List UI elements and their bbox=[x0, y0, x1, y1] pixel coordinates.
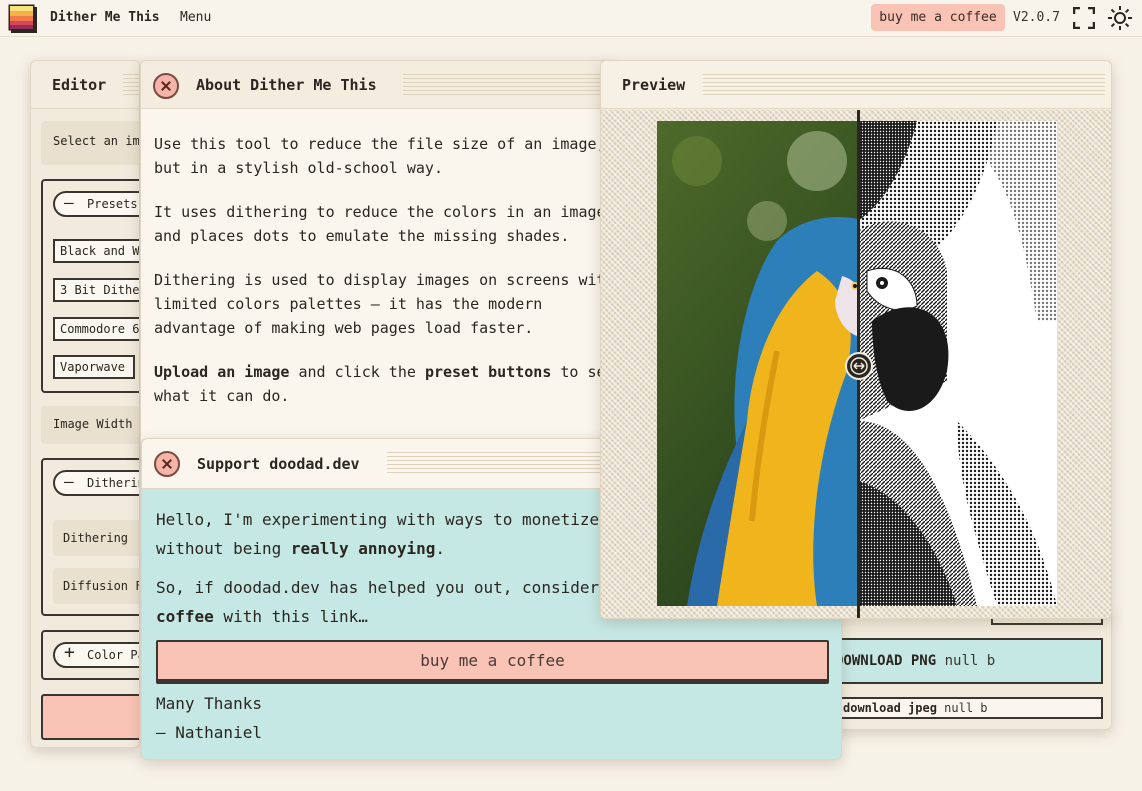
support-line: with this link… bbox=[213, 607, 368, 626]
download-jpeg-button[interactable]: download jpeg null b bbox=[831, 697, 1103, 719]
about-line: It uses dithering to reduce the colors i… bbox=[154, 203, 610, 221]
author-name: – Nathaniel bbox=[156, 723, 262, 742]
preset-button[interactable]: Black and White bbox=[53, 239, 139, 263]
support-line: So, if doodad.dev has helped you out, co… bbox=[156, 578, 619, 597]
sun-icon[interactable] bbox=[1108, 6, 1132, 30]
preview-canvas[interactable] bbox=[601, 110, 1111, 618]
app-title[interactable]: Dither Me This bbox=[50, 10, 160, 25]
about-line: what it can do. bbox=[154, 387, 290, 405]
editor-action-button[interactable] bbox=[41, 694, 139, 740]
coffee-emphasis: coffee bbox=[156, 607, 214, 626]
about-header[interactable]: About Dither Me This bbox=[141, 61, 609, 109]
split-handle[interactable] bbox=[845, 352, 873, 380]
editor-window: Editor Select an image — Presets Black a… bbox=[30, 60, 140, 748]
arrows-horizontal-icon bbox=[850, 357, 868, 375]
about-paragraph: Dithering is used to display images on s… bbox=[154, 268, 609, 340]
version-label: V2.0.7 bbox=[1013, 10, 1060, 25]
preset-button[interactable]: 3 Bit Dither bbox=[53, 278, 139, 302]
about-window: About Dither Me This Use this tool to re… bbox=[140, 60, 610, 460]
plus-icon: + bbox=[64, 642, 75, 663]
about-line: and places dots to emulate the missing s… bbox=[154, 227, 570, 245]
about-title: About Dither Me This bbox=[196, 76, 377, 94]
preview-header[interactable]: Preview bbox=[601, 61, 1111, 109]
drag-stripes[interactable] bbox=[403, 74, 603, 96]
about-paragraph: Upload an image and click the preset but… bbox=[154, 360, 609, 408]
color-palette-toggle[interactable]: + Color Palette bbox=[53, 642, 139, 668]
jpeg-size: null b bbox=[944, 701, 988, 715]
minus-icon: — bbox=[64, 472, 74, 491]
about-line: Dithering is used to display images on s… bbox=[154, 271, 610, 289]
presets-group: — Presets Black and White 3 Bit Dither C… bbox=[41, 179, 139, 393]
about-line: advantage of making web pages load faste… bbox=[154, 319, 534, 337]
about-line: limited colors palettes – it has the mod… bbox=[154, 295, 543, 313]
buy-coffee-link-button[interactable]: buy me a coffee bbox=[156, 640, 829, 681]
drag-stripes[interactable] bbox=[123, 74, 139, 96]
download-jpeg-label: download jpeg bbox=[843, 701, 937, 715]
dithering-toggle[interactable]: — Dithering bbox=[53, 470, 139, 496]
menu-button[interactable]: Menu bbox=[180, 10, 211, 25]
download-png-button[interactable]: DOWNLOAD PNG null b bbox=[831, 638, 1103, 684]
select-image-field[interactable]: Select an image bbox=[41, 121, 139, 165]
close-icon[interactable] bbox=[153, 73, 179, 99]
thanks-text: Many Thanks bbox=[156, 694, 262, 713]
really-annoying-emphasis: really annoying bbox=[290, 539, 436, 558]
upload-image-emphasis: Upload an image bbox=[154, 363, 290, 381]
dithering-section-label: Dithering bbox=[87, 476, 139, 490]
preset-buttons-emphasis: preset buttons bbox=[424, 363, 552, 381]
about-line: Use this tool to reduce the file size of… bbox=[154, 135, 606, 153]
fullscreen-icon[interactable] bbox=[1073, 7, 1095, 29]
about-paragraph: It uses dithering to reduce the colors i… bbox=[154, 200, 609, 248]
about-text: Use this tool to reduce the file size of… bbox=[154, 132, 609, 428]
minus-icon: — bbox=[64, 193, 74, 212]
editor-header[interactable]: Editor bbox=[31, 61, 139, 109]
signoff: Many Thanks – Nathaniel bbox=[156, 689, 262, 747]
preview-title: Preview bbox=[622, 76, 686, 94]
color-palette-group: + Color Palette bbox=[41, 630, 139, 680]
about-paragraph: Use this tool to reduce the file size of… bbox=[154, 132, 606, 180]
preview-window: Preview bbox=[600, 60, 1112, 619]
presets-label: Presets bbox=[87, 197, 138, 211]
diffusion-factor-field[interactable]: Diffusion Factor bbox=[53, 568, 139, 604]
logo-icon[interactable] bbox=[8, 4, 37, 33]
drag-stripes[interactable] bbox=[703, 74, 1105, 96]
close-icon[interactable] bbox=[154, 451, 180, 477]
dithering-select[interactable]: Dithering bbox=[53, 520, 139, 556]
support-title: Support doodad.dev bbox=[197, 455, 360, 473]
buy-coffee-button[interactable]: buy me a coffee bbox=[871, 4, 1005, 31]
png-size: null b bbox=[944, 653, 996, 669]
support-line: Hello, I'm experimenting with ways to mo… bbox=[156, 510, 600, 529]
preset-button[interactable]: Commodore 64 bbox=[53, 317, 139, 341]
dithering-group: — Dithering Dithering Diffusion Factor bbox=[41, 458, 139, 616]
about-line: and click the bbox=[289, 363, 425, 381]
support-line: without being bbox=[156, 539, 291, 558]
presets-toggle[interactable]: — Presets bbox=[53, 191, 139, 217]
color-palette-label: Color Palette bbox=[87, 648, 139, 662]
preset-button[interactable]: Vaporwave bbox=[53, 355, 135, 379]
download-panel: DOWNLOAD PNG null b download jpeg null b bbox=[830, 610, 1112, 730]
image-width-field[interactable]: Image Width bbox=[41, 406, 139, 444]
about-line: but in a stylish old-school way. bbox=[154, 159, 443, 177]
top-bar: Dither Me This Menu buy me a coffee V2.0… bbox=[0, 0, 1142, 37]
support-line: . bbox=[435, 539, 445, 558]
download-png-label: DOWNLOAD PNG bbox=[835, 653, 937, 669]
editor-title: Editor bbox=[52, 76, 107, 94]
